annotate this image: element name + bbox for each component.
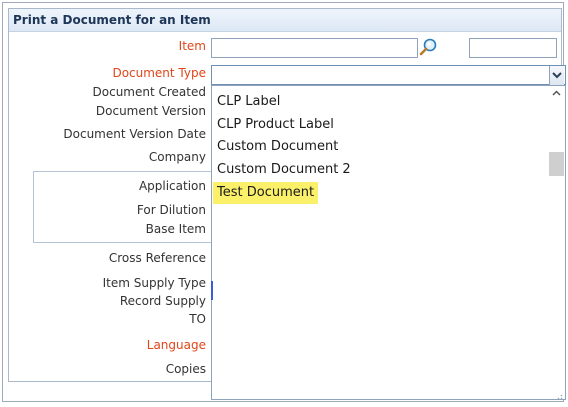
document-created-label: Document Created	[92, 85, 206, 99]
copies-label: Copies	[165, 362, 206, 376]
dropdown-scrollbar[interactable]	[548, 86, 565, 399]
dropdown-option[interactable]: CLP Label	[217, 91, 280, 113]
focus-marker	[211, 281, 213, 300]
resize-grip-icon[interactable]	[555, 389, 563, 400]
item-input[interactable]	[211, 38, 418, 58]
dropdown-option[interactable]: CLP Product Label	[217, 114, 334, 136]
panel-header: Print a Document for an Item	[9, 9, 561, 32]
item-description-field[interactable]	[469, 38, 557, 58]
dropdown-option[interactable]: Custom Document 2	[217, 159, 351, 181]
for-dilution-label: For Dilution	[136, 203, 206, 217]
panel-title: Print a Document for an Item	[13, 13, 211, 27]
document-type-label: Document Type	[112, 66, 206, 80]
company-label: Company	[148, 150, 206, 164]
scroll-up-icon[interactable]	[548, 86, 565, 102]
to-label: TO	[189, 312, 206, 326]
item-supply-type-label: Item Supply Type	[102, 276, 206, 290]
record-supply-label: Record Supply	[119, 294, 206, 308]
magnifier-icon[interactable]	[418, 37, 440, 57]
item-label: Item	[178, 39, 206, 53]
cross-reference-label: Cross Reference	[108, 251, 206, 265]
document-version-label: Document Version	[95, 104, 206, 118]
dropdown-option-highlighted[interactable]: Test Document	[213, 182, 319, 204]
document-type-combobox[interactable]	[211, 65, 566, 85]
document-version-date-label: Document Version Date	[63, 127, 206, 141]
document-type-dropdown-list[interactable]: CLP Label CLP Product Label Custom Docum…	[211, 85, 566, 400]
chevron-down-icon[interactable]	[549, 66, 564, 85]
dropdown-option[interactable]: Custom Document	[217, 136, 338, 158]
scrollbar-thumb[interactable]	[549, 152, 564, 176]
base-item-label: Base Item	[145, 222, 206, 236]
language-label: Language	[146, 338, 206, 352]
application-label: Application	[138, 179, 206, 193]
